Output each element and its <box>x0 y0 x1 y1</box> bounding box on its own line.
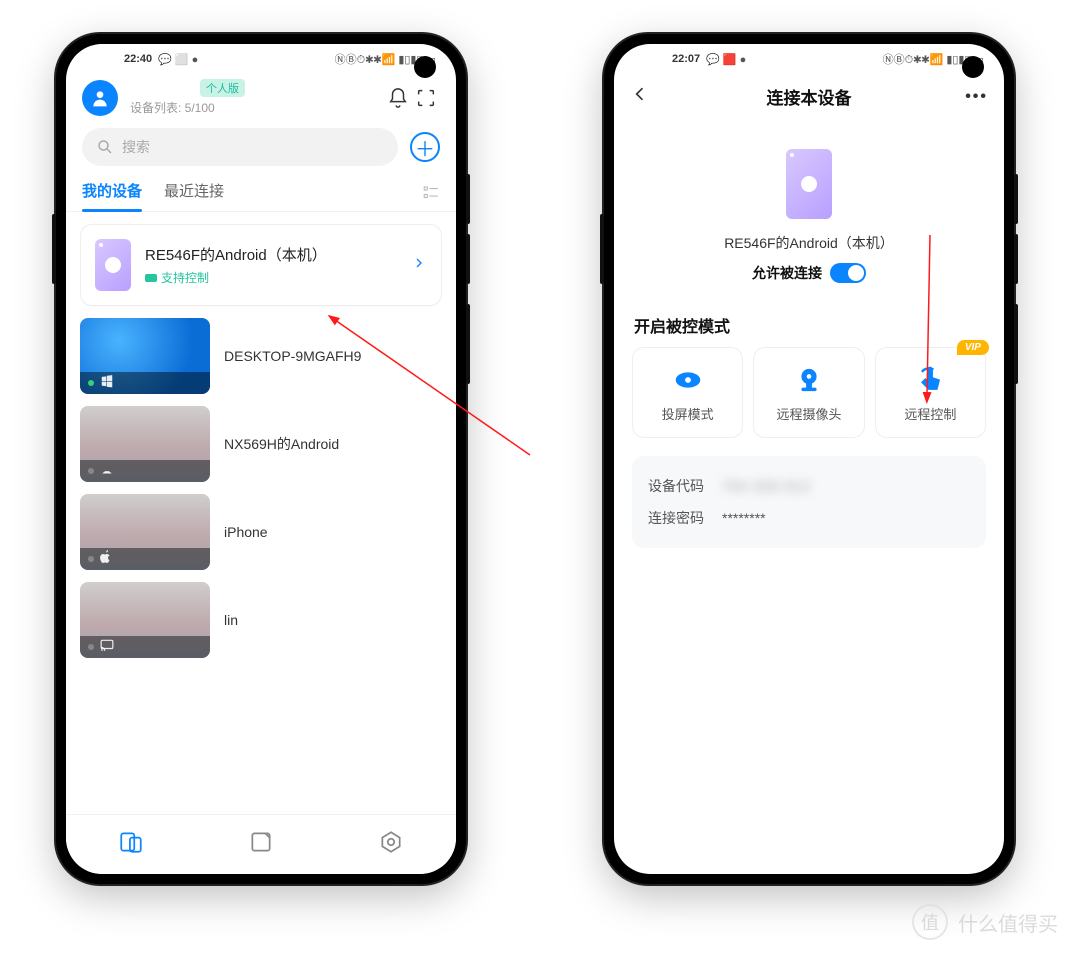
pass-value: ******** <box>722 510 970 526</box>
avatar[interactable] <box>82 80 118 116</box>
status-time: 22:07 <box>672 53 700 65</box>
device-name: lin <box>224 612 238 628</box>
plan-badge: 个人版 <box>200 79 245 97</box>
bottom-nav <box>66 814 456 874</box>
phone-icon <box>786 149 832 219</box>
code-block: 设备代码 754 328 912 连接密码 ******** <box>632 456 986 548</box>
mode-label: 远程摄像头 <box>776 404 841 423</box>
nav-settings-icon[interactable] <box>378 829 404 860</box>
device-thumbnail <box>80 318 210 394</box>
cast-icon <box>100 638 114 656</box>
search-input[interactable]: 搜索 <box>82 128 398 166</box>
search-placeholder: 搜索 <box>122 137 150 157</box>
device-thumbnail <box>80 494 210 570</box>
apple-icon <box>100 550 112 569</box>
device-name: RE546F的Android（本机） <box>724 233 894 253</box>
code-value: 754 328 912 <box>722 478 970 494</box>
mode-label: 远程控制 <box>904 404 956 423</box>
watermark-badge: 值 <box>912 904 948 940</box>
mode-cast[interactable]: 投屏模式 <box>632 347 743 438</box>
windows-icon <box>100 374 114 393</box>
camera-hole <box>962 56 984 78</box>
view-toggle-icon[interactable] <box>422 184 440 207</box>
code-label: 设备代码 <box>648 476 722 496</box>
pass-label: 连接密码 <box>648 508 722 528</box>
camera-icon <box>795 366 823 394</box>
camera-hole <box>414 56 436 78</box>
android-icon <box>100 462 114 480</box>
list-item[interactable]: iPhone <box>80 494 442 570</box>
device-sub: 支持控制 <box>145 269 411 286</box>
eye-icon <box>674 366 702 394</box>
phone-icon <box>95 239 131 291</box>
status-time: 22:40 <box>124 53 152 65</box>
chevron-right-icon <box>411 255 427 276</box>
device-name: RE546F的Android（本机） <box>145 244 411 265</box>
section-title: 开启被控模式 <box>614 293 1004 347</box>
watermark: 值 什么值得买 <box>912 904 1058 940</box>
tab-recent[interactable]: 最近连接 <box>164 180 224 211</box>
list-item[interactable]: lin <box>80 582 442 658</box>
list-item[interactable]: DESKTOP-9MGAFH9 <box>80 318 442 394</box>
mode-label: 投屏模式 <box>662 404 714 423</box>
scan-icon[interactable] <box>412 87 440 109</box>
touch-icon <box>916 366 944 394</box>
add-button[interactable]: ＋ <box>410 132 440 162</box>
mode-control[interactable]: VIP 远程控制 <box>875 347 986 438</box>
page-title: 连接本设备 <box>614 84 1004 109</box>
vip-badge: VIP <box>957 340 989 355</box>
device-card-main[interactable]: RE546F的Android（本机） 支持控制 <box>80 224 442 306</box>
status-bar: 22:40 💬 ⬜ ● ⓃⒷ⏱✱✱📶 ▮▯▮▯ ▭ <box>66 44 456 74</box>
device-name: NX569H的Android <box>224 434 339 454</box>
device-thumbnail <box>80 406 210 482</box>
status-bar: 22:07 💬 🟥 ● ⓃⒷ⏱✱✱📶 ▮▯▮▯ ▭ <box>614 44 1004 74</box>
allow-toggle[interactable] <box>830 263 866 283</box>
nav-devices-icon[interactable] <box>118 829 144 860</box>
nav-remote-icon[interactable] <box>248 829 274 860</box>
mode-camera[interactable]: 远程摄像头 <box>753 347 864 438</box>
list-item[interactable]: NX569H的Android <box>80 406 442 482</box>
device-name: iPhone <box>224 524 268 540</box>
allow-label: 允许被连接 <box>752 263 822 283</box>
device-name: DESKTOP-9MGAFH9 <box>224 348 361 364</box>
phone-frame-left: 22:40 💬 ⬜ ● ⓃⒷ⏱✱✱📶 ▮▯▮▯ ▭ 个人版 设备列表: 5/10… <box>56 34 466 884</box>
phone-frame-right: 22:07 💬 🟥 ● ⓃⒷ⏱✱✱📶 ▮▯▮▯ ▭ 连接本设备 ••• RE54… <box>604 34 1014 884</box>
bell-icon[interactable] <box>384 87 412 109</box>
device-thumbnail <box>80 582 210 658</box>
watermark-text: 什么值得买 <box>958 908 1058 937</box>
tab-my-devices[interactable]: 我的设备 <box>82 180 142 211</box>
device-count: 设备列表: 5/100 <box>130 99 384 116</box>
